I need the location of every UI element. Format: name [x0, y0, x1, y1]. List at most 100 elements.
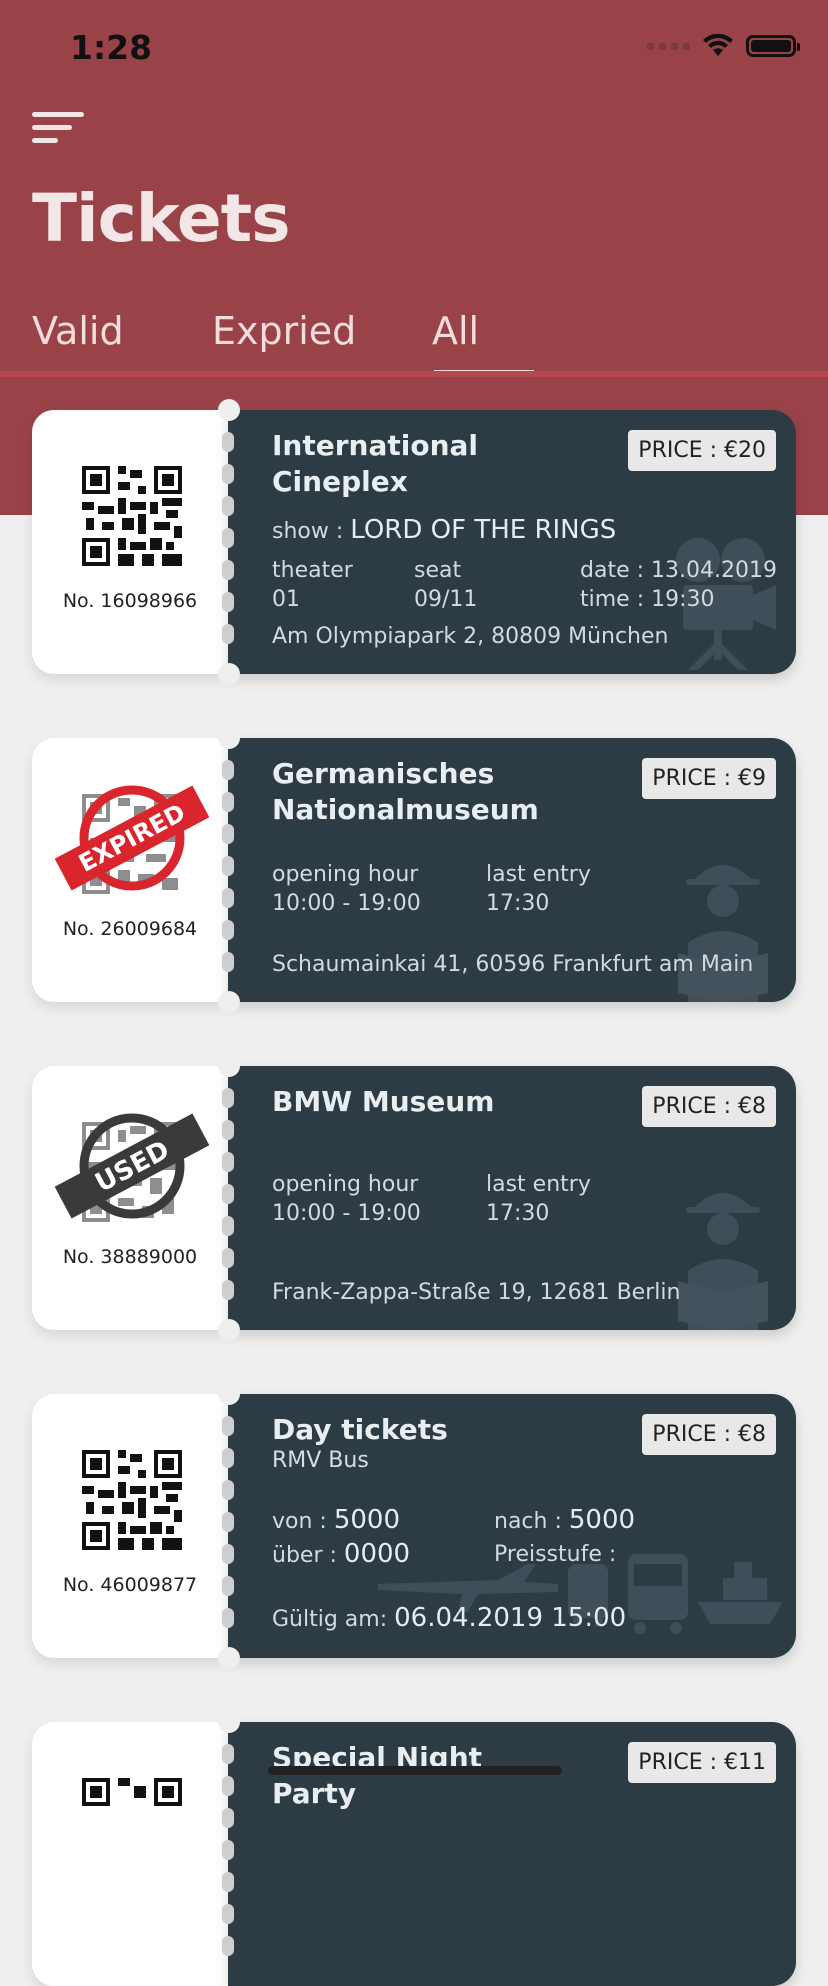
- perforation-dot: [222, 1120, 234, 1140]
- ueber-label: über :: [272, 1543, 337, 1568]
- ticket-notch: [218, 1711, 240, 1733]
- ticket-card[interactable]: No. 46009877 Day tickets RMV Bus von : 5…: [32, 1383, 796, 1669]
- ticket-card[interactable]: EXPIRED No. 26009684 Germanisches Nation…: [32, 727, 796, 1013]
- ticket-number: No. 38889000: [62, 1246, 198, 1268]
- ticket-title-line1: Day tickets: [272, 1413, 448, 1446]
- last-entry-label: last entry: [486, 1172, 591, 1197]
- status-icons: [647, 34, 800, 58]
- last-entry-value: 17:30: [486, 891, 550, 916]
- perforation-dot: [222, 952, 234, 972]
- ticket-address: Schaumainkai 41, 60596 Frankfurt am Main: [272, 952, 754, 977]
- price-badge: PRICE : €8: [642, 1414, 776, 1455]
- show-value: LORD OF THE RINGS: [350, 515, 617, 545]
- ticket-stub: No. 46009877: [32, 1394, 228, 1658]
- battery-icon: [746, 35, 800, 57]
- ticket-card[interactable]: Special Night Party PRICE : €11: [32, 1711, 796, 1986]
- reader-icon: [678, 865, 768, 1002]
- perforation-dot: [222, 1776, 234, 1796]
- ticket-notch: [218, 399, 240, 421]
- qr-code-icon: [82, 1450, 182, 1550]
- ticket-title: Special Night Party: [272, 1740, 572, 1812]
- used-stamp: USED: [54, 1113, 210, 1219]
- ticket-title-line1: BMW Museum: [272, 1085, 495, 1118]
- time-value: time : 19:30: [580, 587, 715, 612]
- tab-expired[interactable]: Expried: [212, 309, 356, 353]
- tabs-divider: [0, 371, 828, 377]
- ticket-title: BMW Museum: [272, 1084, 572, 1120]
- gueltig-value: 06.04.2019 15:00: [394, 1603, 627, 1633]
- von-row: von : 5000: [272, 1506, 400, 1536]
- qr-code-icon: [82, 1778, 182, 1806]
- perforation-dot: [222, 624, 234, 644]
- perforation-dot: [222, 560, 234, 580]
- reader-icon: [678, 1193, 768, 1330]
- ticket-number: No. 46009877: [62, 1574, 198, 1596]
- ticket-notch: [218, 1319, 240, 1341]
- last-entry-field: last entry 17:30: [486, 1170, 591, 1228]
- ticket-body: Special Night Party PRICE : €11: [228, 1722, 796, 1986]
- perforation-dot: [222, 1216, 234, 1236]
- perforation-dot: [222, 888, 234, 908]
- ticket-title-line2: Nationalmuseum: [272, 793, 539, 826]
- perforation-dot: [222, 592, 234, 612]
- show-row: show : LORD OF THE RINGS: [272, 516, 616, 546]
- perforation-dot: [222, 1936, 234, 1956]
- perforation-dot: [222, 1608, 234, 1628]
- date-time-field: date : 13.04.2019 time : 19:30: [580, 556, 777, 614]
- perforation-dot: [222, 1088, 234, 1108]
- signal-icon: [647, 42, 690, 50]
- status-time: 1:28: [70, 28, 153, 67]
- perforation-dot: [222, 1808, 234, 1828]
- ticket-body: Germanisches Nationalmuseum PRICE : €9 o…: [228, 738, 796, 1002]
- ticket-body: Day tickets RMV Bus von : 5000 über : 00…: [228, 1394, 796, 1658]
- ticket-stub: EXPIRED No. 26009684: [32, 738, 228, 1002]
- theater-label: theater: [272, 558, 353, 583]
- perforation-dot: [222, 1576, 234, 1596]
- perforation-dot: [222, 1872, 234, 1892]
- page-title: Tickets: [32, 180, 290, 257]
- perforation-dot: [222, 1512, 234, 1532]
- perforation-dot: [222, 496, 234, 516]
- ticket-subtitle: RMV Bus: [272, 1448, 369, 1473]
- price-badge: PRICE : €9: [642, 758, 776, 799]
- preisstufe-row: Preisstufe :: [494, 1540, 616, 1569]
- opening-label: opening hour: [272, 862, 419, 887]
- ticket-notch: [218, 1383, 240, 1405]
- ticket-title: Day tickets: [272, 1412, 572, 1448]
- theater-field: theater 01: [272, 556, 353, 614]
- perforation-dot: [222, 1904, 234, 1924]
- perforation-dot: [222, 432, 234, 452]
- ticket-notch: [218, 1647, 240, 1669]
- opening-value: 10:00 - 19:00: [272, 1201, 421, 1226]
- perforation-dot: [222, 1416, 234, 1436]
- ticket-notch: [218, 1055, 240, 1077]
- ueber-row: über : 0000: [272, 1540, 410, 1570]
- menu-icon[interactable]: [32, 112, 84, 152]
- ticket-notch: [218, 663, 240, 685]
- perforation-dot: [222, 760, 234, 780]
- wifi-icon: [703, 34, 733, 56]
- ticket-address: Am Olympiapark 2, 80809 München: [272, 624, 669, 649]
- tab-bar: Valid Expried All: [0, 305, 828, 376]
- last-entry-label: last entry: [486, 862, 591, 887]
- perforation-dot: [222, 1152, 234, 1172]
- ticket-title-line1: Special Night Party: [272, 1741, 483, 1810]
- nach-label: nach :: [494, 1509, 562, 1534]
- perforation-dot: [222, 1744, 234, 1764]
- ticket-card[interactable]: USED No. 38889000 BMW Museum PRICE : €8 …: [32, 1055, 796, 1341]
- tab-valid[interactable]: Valid: [32, 309, 124, 353]
- opening-value: 10:00 - 19:00: [272, 891, 421, 916]
- ticket-stub: No. 16098966: [32, 410, 228, 674]
- nach-row: nach : 5000: [494, 1506, 635, 1536]
- tab-all[interactable]: All: [432, 309, 479, 353]
- ticket-title-line2: Cineplex: [272, 465, 408, 498]
- ticket-title-line1: Germanisches: [272, 757, 495, 790]
- ticket-title-line1: International: [272, 429, 479, 462]
- perforation-dot: [222, 1280, 234, 1300]
- perforation-dot: [222, 1248, 234, 1268]
- last-entry-field: last entry 17:30: [486, 860, 591, 918]
- ticket-card[interactable]: No. 16098966 International Cineplex PRIC…: [32, 399, 796, 685]
- qr-code-icon: [82, 466, 182, 566]
- opening-field: opening hour 10:00 - 19:00: [272, 1170, 421, 1228]
- show-label: show :: [272, 519, 344, 544]
